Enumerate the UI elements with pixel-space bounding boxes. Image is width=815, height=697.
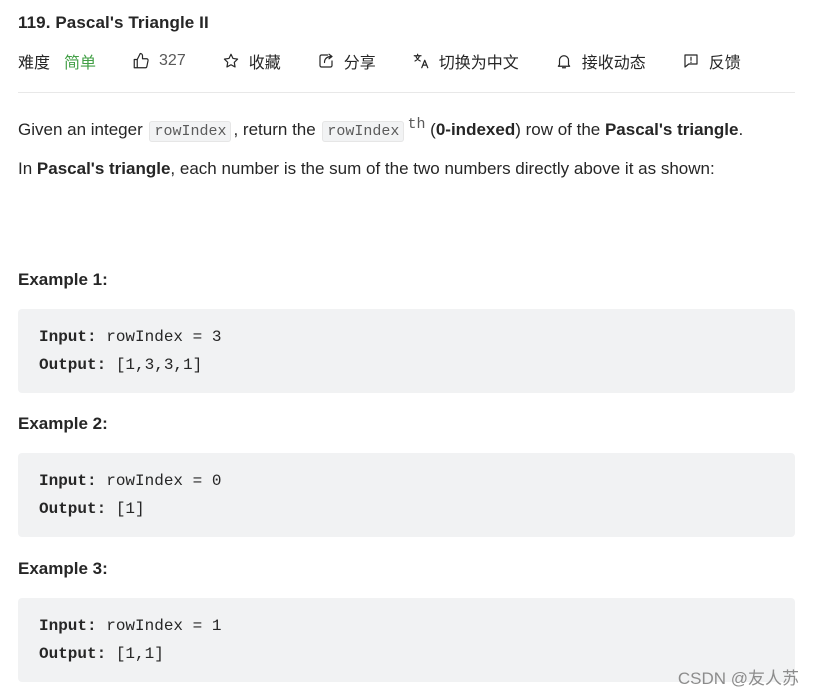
notify-label: 接收动态	[581, 55, 646, 72]
problem-meta-bar: 难度 简单 327 收藏 分享 切换为中文 接收动态 反馈	[18, 47, 777, 75]
desc-bold: Pascal's triangle	[604, 120, 739, 139]
example-input: Input: rowIndex = 1	[39, 617, 221, 635]
desc-text: (	[425, 120, 436, 139]
favorite-button[interactable]: 收藏	[222, 49, 281, 73]
divider	[18, 92, 795, 93]
like-button[interactable]: 327	[132, 52, 186, 70]
example-output: Output: [1,3,3,1]	[39, 356, 202, 374]
output-value: [1,1]	[106, 645, 164, 663]
output-label: Output:	[39, 645, 107, 663]
output-label: Output:	[39, 356, 107, 374]
output-value: [1,3,3,1]	[106, 356, 203, 374]
desc-text: In	[18, 159, 37, 178]
inline-code: rowIndex	[322, 121, 405, 142]
desc-text: , each number is the sum of the two numb…	[170, 159, 715, 178]
translate-icon	[413, 53, 429, 69]
output-label: Output:	[39, 500, 107, 518]
input-value: rowIndex = 1	[96, 617, 222, 635]
translate-label: 切换为中文	[438, 55, 519, 72]
feedback-button[interactable]: 反馈	[682, 49, 741, 73]
desc-text: , return the	[233, 120, 321, 139]
translate-button[interactable]: 切换为中文	[412, 49, 519, 73]
difficulty: 难度 简单	[18, 49, 96, 73]
notify-button[interactable]: 接收动态	[555, 49, 646, 73]
star-icon	[223, 53, 238, 68]
input-label: Input:	[39, 328, 97, 346]
input-label: Input:	[39, 472, 97, 490]
input-value: rowIndex = 3	[96, 328, 222, 346]
share-icon	[319, 53, 333, 68]
difficulty-label: 难度	[18, 55, 51, 72]
example-output: Output: [1,1]	[39, 645, 164, 663]
example-code-block: Input: rowIndex = 3 Output: [1,3,3,1]	[18, 309, 795, 393]
feedback-icon	[684, 54, 698, 68]
desc-text: Given an integer	[18, 120, 148, 139]
desc-bold: 0-indexed	[435, 120, 516, 139]
example-title: Example 3:	[18, 559, 108, 578]
inline-code: rowIndex	[149, 121, 232, 142]
like-count: 327	[159, 52, 186, 69]
watermark: CSDN @友人苏	[677, 669, 799, 688]
share-button[interactable]: 分享	[317, 49, 376, 73]
problem-title: 119. Pascal's Triangle II	[18, 13, 209, 32]
superscript: th	[407, 116, 426, 133]
output-value: [1]	[106, 500, 145, 518]
example-input: Input: rowIndex = 0	[39, 472, 221, 490]
difficulty-value: 简单	[64, 55, 97, 72]
input-label: Input:	[39, 617, 97, 635]
share-label: 分享	[343, 55, 376, 72]
example-title: Example 2:	[18, 414, 108, 433]
example-code-block: Input: rowIndex = 0 Output: [1]	[18, 453, 795, 537]
desc-bold: Pascal's triangle	[36, 159, 171, 178]
feedback-label: 反馈	[708, 55, 741, 72]
desc-text: .	[738, 120, 744, 139]
desc-text: ) row of the	[515, 120, 605, 139]
thumbs-up-icon	[133, 52, 149, 69]
description-paragraph-2: In Pascal's triangle, each number is the…	[18, 156, 715, 182]
example-title: Example 1:	[18, 270, 108, 289]
example-input: Input: rowIndex = 3	[39, 328, 221, 346]
bell-icon	[557, 55, 571, 69]
favorite-label: 收藏	[248, 55, 281, 72]
example-output: Output: [1]	[39, 500, 145, 518]
description-paragraph-1: Given an integer rowIndex, return the ro…	[18, 112, 743, 145]
input-value: rowIndex = 0	[96, 472, 222, 490]
